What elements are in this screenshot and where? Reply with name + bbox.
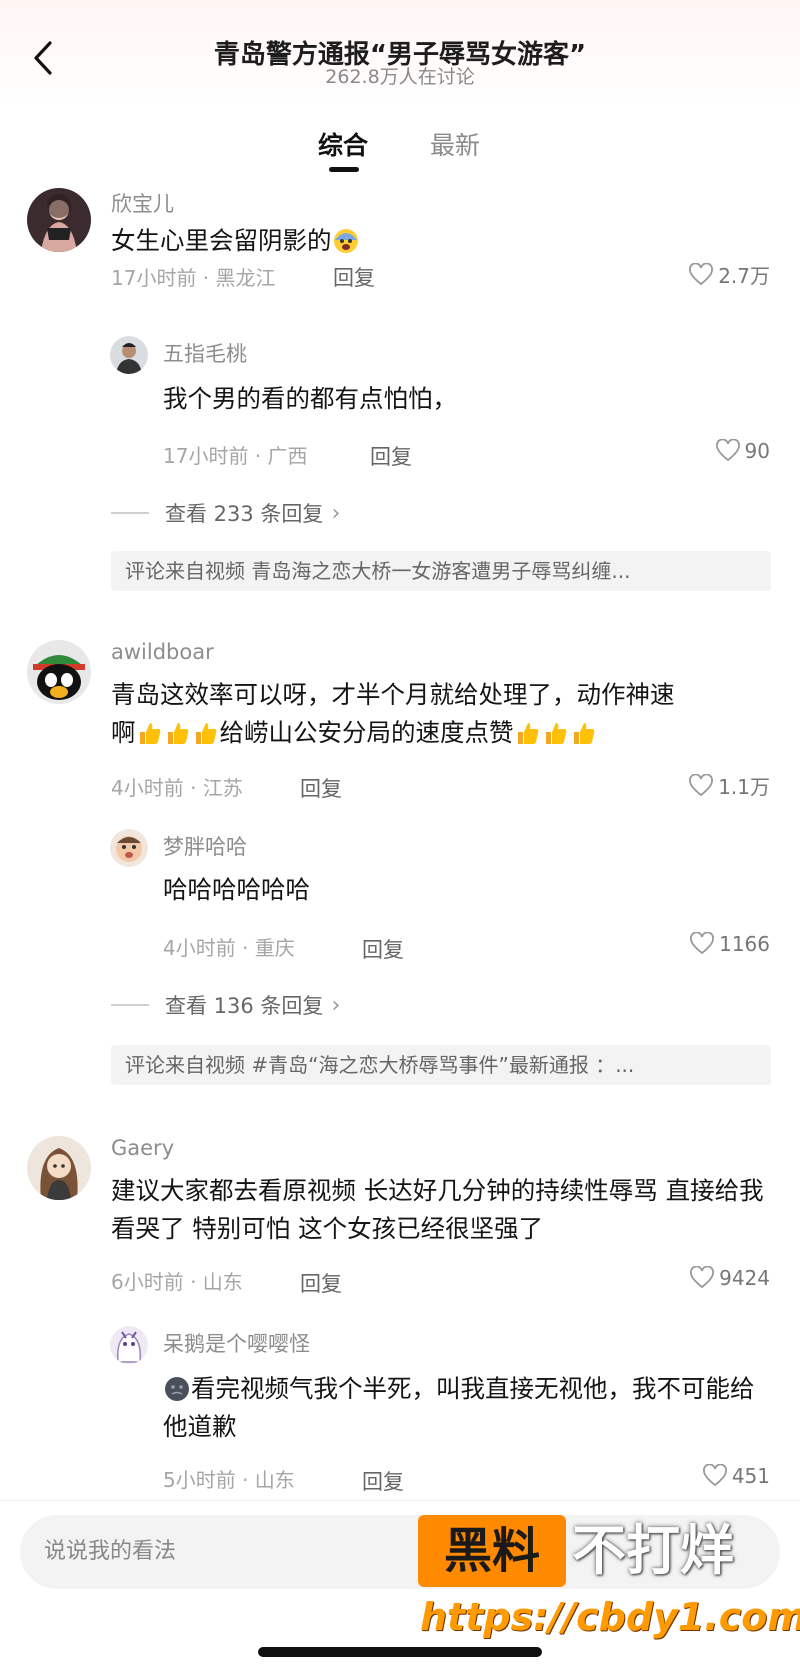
reply-username[interactable]: 梦胖哈哈	[163, 831, 247, 861]
like-count: 9424	[719, 1266, 770, 1290]
divider-dash	[111, 512, 149, 514]
reply-meta: 17小时前 · 广西	[163, 444, 308, 468]
heart-icon	[715, 439, 740, 462]
watermark-logo-box: 黑料	[418, 1515, 566, 1587]
thumbs-up-icon	[195, 723, 216, 744]
heart-icon	[702, 1464, 727, 1487]
tab-bar: 综合 最新	[0, 118, 800, 178]
like-button[interactable]: 9424	[689, 1266, 770, 1290]
tab-latest[interactable]: 最新	[430, 126, 480, 162]
top-bar: 青岛警方通报“男子辱骂女游客” 262.8万人在讨论	[0, 0, 800, 110]
fearful-face-icon	[333, 229, 358, 253]
avatar[interactable]	[27, 1136, 91, 1200]
like-count: 451	[731, 1464, 770, 1488]
reply-username[interactable]: 呆鹅是个嘤嘤怪	[163, 1328, 310, 1358]
comment-text: 青岛这效率可以呀，才半个月就给处理了，动作神速 啊 给崂山公安分局的速度点赞	[111, 676, 771, 752]
watermark-text: 不打烊	[572, 1519, 734, 1582]
reply-avatar[interactable]	[110, 336, 148, 374]
reply-meta: 4小时前 · 重庆	[163, 936, 295, 960]
discussion-count: 262.8万人在讨论	[325, 66, 475, 88]
thumbs-up-icon	[139, 723, 160, 744]
comment-text-line: 青岛这效率可以呀，才半个月就给处理了，动作神速	[111, 680, 675, 709]
reply-username[interactable]: 五指毛桃	[163, 338, 247, 368]
thumbs-up-icon	[517, 723, 538, 744]
comment-username[interactable]: Gaery	[111, 1136, 174, 1160]
like-button[interactable]: 90	[715, 439, 770, 463]
like-button[interactable]: 1.1万	[688, 771, 770, 800]
like-count: 1.1万	[718, 775, 770, 799]
dark-face-icon	[165, 1377, 189, 1401]
divider-dash	[111, 1004, 149, 1006]
reply-button[interactable]: 回复	[300, 1268, 342, 1298]
comment-text-content: 女生心里会留阴影的	[111, 226, 332, 255]
reply-text: 看完视频气我个半死，叫我直接无视他，我不可能给他道歉	[163, 1370, 773, 1446]
like-button[interactable]: 1166	[689, 932, 770, 956]
comment-username[interactable]: 欣宝儿	[111, 188, 174, 218]
thumbs-up-icon	[545, 723, 566, 744]
avatar[interactable]	[27, 640, 91, 704]
reply-avatar[interactable]	[110, 829, 148, 867]
active-tab-indicator	[329, 167, 359, 172]
comment-text: 建议大家都去看原视频 长达好几分钟的持续性辱骂 直接给我看哭了 特别可怕 这个女…	[111, 1176, 764, 1243]
reply-text-content: 看完视频气我个半死，叫我直接无视他，我不可能给他道歉	[163, 1374, 755, 1441]
reply-button[interactable]: 回复	[300, 773, 342, 803]
view-replies-link[interactable]: 查看 233 条回复 ›	[111, 498, 340, 528]
comment-meta: 4小时前 · 江苏	[111, 776, 243, 800]
reply-button[interactable]: 回复	[362, 1466, 404, 1496]
reply-button[interactable]: 回复	[370, 441, 412, 471]
tab-comprehensive[interactable]: 综合	[318, 126, 368, 162]
avatar[interactable]	[27, 188, 91, 252]
thumbs-up-icon	[573, 723, 594, 744]
watermark-url: https://cbdy1.com	[420, 1595, 800, 1639]
like-button[interactable]: 451	[702, 1464, 770, 1488]
thumbs-up-icon	[167, 723, 188, 744]
view-replies-label: 查看 136 条回复	[165, 994, 324, 1018]
chevron-right-icon: ›	[331, 500, 341, 526]
comment-text: 女生心里会留阴影的	[111, 222, 771, 260]
heart-icon	[689, 262, 714, 285]
heart-icon	[690, 1266, 715, 1289]
reply-avatar[interactable]	[110, 1326, 148, 1364]
like-button[interactable]: 2.7万	[688, 260, 770, 289]
comment-meta: 6小时前 · 山东	[111, 1270, 243, 1294]
watermark: 黑料 不打烊 https://cbdy1.com	[418, 1515, 800, 1655]
comment-meta: 17小时前 · 黑龙江	[111, 266, 276, 290]
like-count: 2.7万	[718, 264, 770, 288]
comment-text-fragment: 啊	[111, 718, 136, 747]
view-replies-link[interactable]: 查看 136 条回复 ›	[111, 990, 340, 1020]
reply-button[interactable]: 回复	[362, 934, 404, 964]
comment-text-line: 啊 给崂山公安分局的速度点赞	[111, 714, 771, 752]
view-replies-label: 查看 233 条回复	[165, 502, 324, 526]
like-count: 90	[744, 439, 770, 463]
heart-icon	[690, 932, 715, 955]
like-count: 1166	[719, 932, 770, 956]
comment-username[interactable]: awildboar	[111, 640, 214, 664]
video-source-link[interactable]: 评论来自视频 #青岛“海之恋大桥辱骂事件”最新通报 ：...	[111, 1045, 771, 1085]
reply-button[interactable]: 回复	[333, 262, 375, 292]
heart-icon	[689, 773, 714, 796]
reply-text: 我个男的看的都有点怕怕，	[163, 384, 457, 413]
reply-text: 哈哈哈哈哈哈	[163, 875, 310, 904]
comment-text-fragment: 给崂山公安分局的速度点赞	[219, 718, 514, 747]
video-source-link[interactable]: 评论来自视频 青岛海之恋大桥一女游客遭男子辱骂纠缠...	[111, 551, 771, 591]
reply-meta: 5小时前 · 山东	[163, 1468, 295, 1492]
chevron-right-icon: ›	[331, 992, 341, 1018]
